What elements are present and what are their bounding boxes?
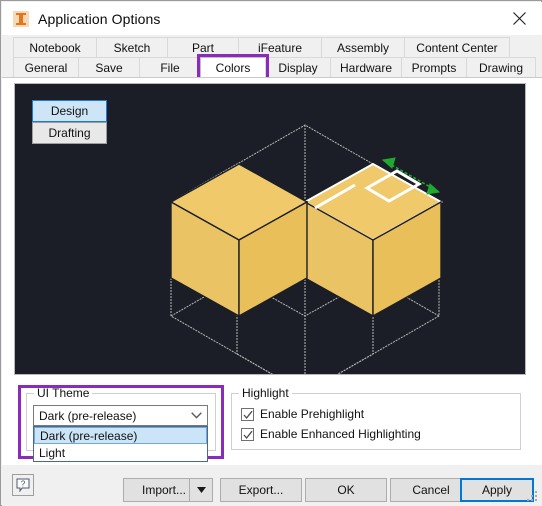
tab-assembly[interactable]: Assembly: [321, 37, 405, 58]
checkmark-icon: [241, 407, 254, 421]
import-button[interactable]: Import...: [123, 478, 213, 502]
color-scheme-preview: Design Drafting: [14, 83, 526, 375]
tab-label: Part: [191, 41, 214, 55]
close-icon[interactable]: [496, 2, 542, 35]
preview-mode-design[interactable]: Design: [32, 100, 107, 122]
tab-colors[interactable]: Colors: [200, 57, 266, 78]
inventor-app-icon: [13, 10, 29, 27]
tab-label: iFeature: [257, 41, 303, 55]
tab-ifeature[interactable]: iFeature: [238, 37, 322, 58]
tab-label: Assembly: [336, 41, 389, 55]
tab-save[interactable]: Save: [78, 57, 140, 78]
apply-button[interactable]: Apply: [460, 478, 534, 502]
tab-strip: Notebook Sketch Part iFeature Assembly Conten…: [2, 35, 542, 81]
checkmark-icon: [241, 427, 254, 441]
tab-label: Colors: [215, 61, 251, 75]
checkbox-label: Enable Prehighlight: [260, 407, 365, 421]
resize-grip-icon[interactable]: [527, 491, 538, 502]
tab-prompts[interactable]: Prompts: [401, 57, 467, 78]
tab-label: Display: [278, 61, 318, 75]
tab-general[interactable]: General: [13, 57, 79, 78]
tab-label: Drawing: [478, 61, 523, 75]
checkbox-enable-prehighlight[interactable]: Enable Prehighlight: [241, 407, 364, 421]
tab-notebook[interactable]: Notebook: [13, 37, 97, 58]
application-options-dialog: Application Options Notebook Sketch Part iF…: [0, 0, 542, 506]
preview-mode-drafting[interactable]: Drafting: [32, 122, 107, 144]
tab-label: Save: [95, 61, 123, 75]
chevron-down-icon[interactable]: [185, 406, 207, 425]
checkbox-enable-enhanced-highlighting[interactable]: Enable Enhanced Highlighting: [241, 427, 421, 441]
ok-button[interactable]: OK: [305, 478, 387, 502]
tab-label: Content Center: [416, 41, 498, 55]
tab-sketch[interactable]: Sketch: [96, 37, 168, 58]
highlight-group: Highlight: [231, 386, 521, 450]
checkbox-label: Enable Enhanced Highlighting: [260, 427, 421, 441]
tab-label: Notebook: [29, 41, 81, 55]
tab-display[interactable]: Display: [265, 57, 331, 78]
ui-theme-option-dark[interactable]: Dark (pre-release): [34, 427, 207, 444]
tab-label: General: [24, 61, 68, 75]
svg-text:?: ?: [21, 479, 26, 488]
tab-file[interactable]: File: [139, 57, 201, 78]
help-icon[interactable]: ?: [12, 474, 34, 496]
preview-mode-buttons: Design Drafting: [32, 100, 107, 144]
tab-label: Prompts: [411, 61, 457, 75]
title-bar: Application Options: [2, 2, 542, 35]
tab-row-lower: General Save File Colors Display Hardware Prom…: [13, 57, 536, 78]
highlight-group-label: Highlight: [239, 386, 292, 400]
import-dropdown-arrow-icon[interactable]: [189, 479, 212, 501]
ui-theme-group-label: UI Theme: [34, 386, 93, 400]
tab-part[interactable]: Part: [167, 37, 239, 58]
ui-theme-selected-value: Dark (pre-release): [39, 408, 137, 423]
tab-drawing[interactable]: Drawing: [466, 57, 536, 78]
tab-row-upper: Notebook Sketch Part iFeature Assembly Conten…: [13, 37, 510, 58]
tab-label: Sketch: [113, 41, 151, 55]
tab-content-center[interactable]: Content Center: [404, 37, 510, 58]
tab-label: Hardware: [339, 61, 393, 75]
ui-theme-combobox[interactable]: Dark (pre-release): [33, 405, 208, 426]
import-button-label: Import...: [142, 483, 187, 497]
tab-hardware[interactable]: Hardware: [330, 57, 402, 78]
ui-theme-dropdown-list[interactable]: Dark (pre-release) Light: [33, 426, 208, 462]
ui-theme-option-light[interactable]: Light: [34, 444, 207, 461]
tab-label: File: [160, 61, 180, 75]
window-title: Application Options: [38, 10, 161, 27]
export-button[interactable]: Export...: [220, 478, 302, 502]
